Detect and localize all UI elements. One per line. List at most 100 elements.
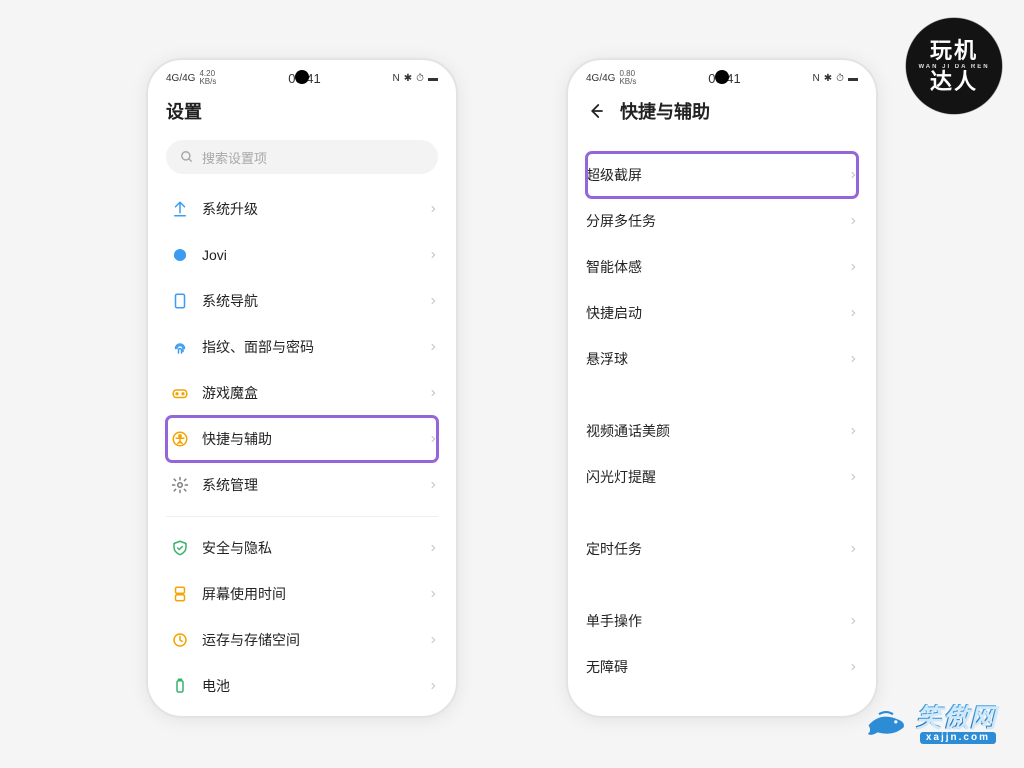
chevron-right-icon (848, 424, 858, 438)
badge-line1: 玩机 (930, 39, 978, 62)
back-arrow-icon (587, 102, 605, 120)
list-item[interactable]: 游戏魔盒 (166, 370, 438, 416)
fish-icon (865, 709, 907, 739)
list-item[interactable]: 单手操作 (586, 598, 858, 644)
list-item-label: 指纹、面部与密码 (202, 337, 428, 357)
chevron-right-icon (848, 306, 858, 320)
chevron-right-icon (428, 340, 438, 354)
list-item[interactable]: 系统升级 (166, 186, 438, 232)
battery-icon: ▬ (848, 73, 858, 84)
chevron-right-icon (848, 214, 858, 228)
page-title: 设置 (166, 98, 202, 124)
search-input[interactable]: 搜索设置项 (166, 140, 438, 174)
battery-icon: ▬ (428, 73, 438, 84)
chevron-right-icon (428, 432, 438, 446)
list-item[interactable]: 安全与隐私 (166, 525, 438, 571)
list-item[interactable]: 系统管理 (166, 462, 438, 508)
list-item[interactable]: 悬浮球 (586, 336, 858, 382)
back-button[interactable] (586, 101, 606, 121)
list-item-label: 安全与隐私 (202, 538, 428, 558)
list-item[interactable]: 定时任务 (586, 526, 858, 572)
list-item-label: 视频通话美颜 (586, 421, 848, 441)
list-item-label: 系统升级 (202, 199, 428, 219)
chevron-right-icon (428, 202, 438, 216)
list-item[interactable]: 快捷启动 (586, 290, 858, 336)
signal-icon: 4G/4G (586, 73, 615, 84)
list-item-label: 运存与存储空间 (202, 630, 428, 650)
watermark: 笑傲网 xajjn.com (865, 704, 996, 744)
watermark-url: xajjn.com (920, 732, 996, 744)
chevron-right-icon (428, 294, 438, 308)
list-item-label: 系统管理 (202, 475, 428, 495)
list-item[interactable]: 超级截屏 (586, 152, 858, 198)
list-item[interactable]: 系统导航 (166, 278, 438, 324)
alarm-icon: ⏱ (416, 73, 424, 84)
list-item-label: 智能体感 (586, 257, 848, 277)
list-item-label: 定时任务 (586, 539, 848, 559)
bluetooth-icon: ✱ (824, 73, 832, 84)
system-mgmt-icon (166, 476, 194, 494)
chevron-right-icon (428, 587, 438, 601)
battery-icon (166, 677, 194, 695)
list-item[interactable]: 运存与存储空间 (166, 617, 438, 663)
chevron-right-icon (848, 660, 858, 674)
list-item-label: 游戏魔盒 (202, 383, 428, 403)
chevron-right-icon (428, 679, 438, 693)
chevron-right-icon (428, 633, 438, 647)
list-item[interactable]: 闪光灯提醒 (586, 454, 858, 500)
list-item-label: 单手操作 (586, 611, 848, 631)
list-item[interactable]: 指纹、面部与密码 (166, 324, 438, 370)
page-title-row: 设置 (162, 90, 442, 134)
chevron-right-icon (428, 248, 438, 262)
list-item[interactable]: Jovi Jovi (166, 232, 438, 278)
badge-line2: 达人 (930, 70, 978, 93)
chevron-right-icon (428, 541, 438, 555)
phone-shortcuts: 4G/4G 0.80KB/s 00:41 N ✱ ⏱ ▬ 快捷与辅助 超级截屏分… (566, 58, 878, 718)
list-item-label: Jovi (202, 247, 428, 263)
notch (295, 70, 309, 84)
chevron-right-icon (848, 352, 858, 366)
net-speed: 4.20KB/s (199, 70, 216, 86)
nfc-icon: N (393, 73, 400, 84)
watermark-cn: 笑傲网 (915, 704, 996, 730)
list-item-label: 系统导航 (202, 291, 428, 311)
fingerprint-icon (166, 338, 194, 356)
alarm-icon: ⏱ (836, 73, 844, 84)
list-item-label: 屏幕使用时间 (202, 584, 428, 604)
list-item-label: 闪光灯提醒 (586, 467, 848, 487)
list-item[interactable]: 分屏多任务 (586, 198, 858, 244)
bluetooth-icon: ✱ (404, 73, 412, 84)
search-icon (180, 150, 194, 164)
list-item-label: 无障碍 (586, 657, 848, 677)
upgrade-icon (166, 200, 194, 218)
list-item-label: 快捷与辅助 (202, 429, 428, 449)
chevron-right-icon (848, 614, 858, 628)
page-title-row: 快捷与辅助 (582, 90, 862, 134)
list-item[interactable]: 智能体感 (586, 244, 858, 290)
chevron-right-icon (848, 260, 858, 274)
list-item-label: 超级截屏 (586, 165, 848, 185)
list-item[interactable]: 无障碍 (586, 644, 858, 690)
list-item[interactable]: 视频通话美颜 (586, 408, 858, 454)
chevron-right-icon (848, 470, 858, 484)
search-placeholder: 搜索设置项 (202, 148, 267, 167)
list-item[interactable]: 屏幕使用时间 (166, 571, 438, 617)
storage-icon (166, 631, 194, 649)
nfc-icon: N (813, 73, 820, 84)
divider (166, 516, 438, 517)
svg-text:Jovi: Jovi (175, 253, 186, 259)
chevron-right-icon (428, 386, 438, 400)
list-item[interactable]: 快捷与辅助 (166, 416, 438, 462)
gamebox-icon (166, 384, 194, 402)
notch (715, 70, 729, 84)
list-item-label: 电池 (202, 676, 428, 696)
list-item-label: 分屏多任务 (586, 211, 848, 231)
brand-badge: 玩机 WAN JI DA REN 达人 (906, 18, 1002, 114)
chevron-right-icon (848, 168, 858, 182)
nav-icon (166, 292, 194, 310)
list-item[interactable]: 电池 (166, 663, 438, 709)
list-item-label: 快捷启动 (586, 303, 848, 323)
signal-icon: 4G/4G (166, 73, 195, 84)
net-speed: 0.80KB/s (619, 70, 636, 86)
jovi-icon: Jovi (166, 246, 194, 264)
